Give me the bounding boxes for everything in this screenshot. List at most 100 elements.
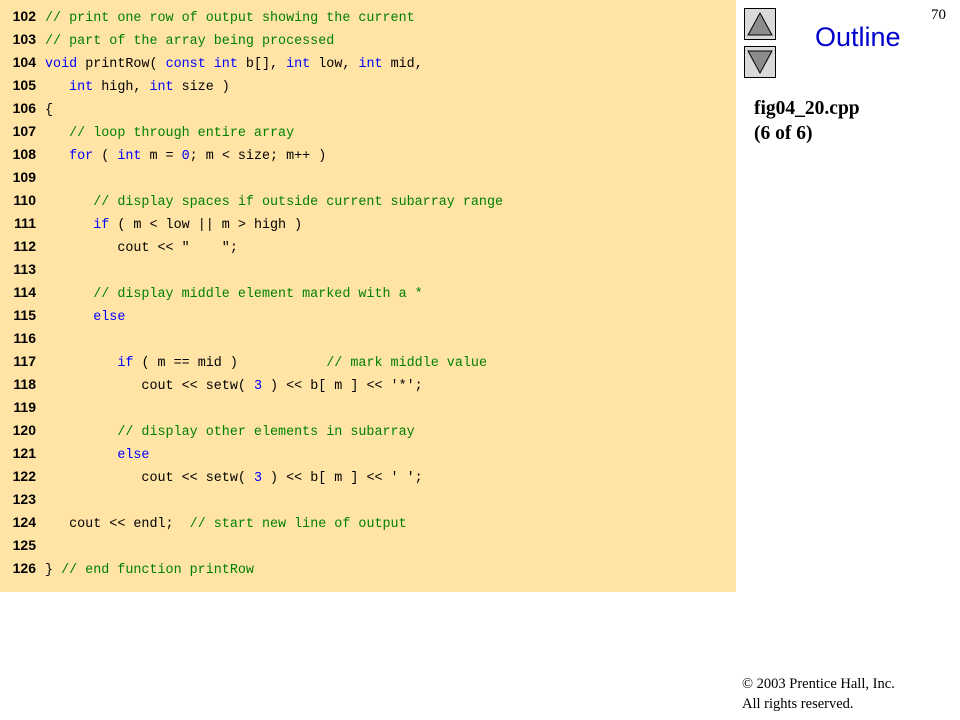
line-number: 103 <box>12 31 36 47</box>
code-line: 123 <box>0 488 45 511</box>
line-number: 112 <box>13 238 36 254</box>
code-text: } <box>45 563 62 578</box>
line-number: 117 <box>13 353 36 369</box>
code-line: 114 // display middle element marked wit… <box>0 281 423 304</box>
code-keyword: void <box>45 57 78 72</box>
code-line: 109 <box>0 166 45 189</box>
code-text: ) << b[ m ] << ' '; <box>261 471 423 486</box>
line-number: 110 <box>13 192 36 208</box>
code-text: { <box>45 103 54 118</box>
code-line: 118 cout << setw( 3 ) << b[ m ] << '*'; <box>0 373 423 396</box>
code-comment: // loop through entire array <box>69 126 295 141</box>
code-number: 3 <box>253 471 262 486</box>
line-number: 106 <box>12 100 36 116</box>
code-keyword: else <box>93 310 126 325</box>
line-number: 118 <box>13 376 36 392</box>
code-text: high, <box>93 80 150 95</box>
code-text: m = <box>141 149 182 164</box>
line-number: 124 <box>12 514 36 530</box>
code-line: 124 cout << endl; // start new line of o… <box>0 511 407 534</box>
code-line: 112 cout << " "; <box>0 235 238 258</box>
line-number: 108 <box>12 146 36 162</box>
line-number: 123 <box>12 491 36 507</box>
line-number: 107 <box>12 123 36 139</box>
line-number: 111 <box>14 215 36 231</box>
code-line: 107 // loop through entire array <box>0 120 294 143</box>
code-comment: // display middle element marked with a … <box>93 287 423 302</box>
triangle-up-icon <box>747 11 773 36</box>
code-keyword: if <box>93 218 110 233</box>
code-text: size ) <box>173 80 230 95</box>
line-number: 104 <box>12 54 36 70</box>
code-line: 122 cout << setw( 3 ) << b[ m ] << ' '; <box>0 465 423 488</box>
part-indicator: (6 of 6) <box>754 123 813 144</box>
line-number: 105 <box>12 77 36 93</box>
line-number: 119 <box>13 399 36 415</box>
code-keyword: for <box>69 149 94 164</box>
code-text: cout << " "; <box>45 241 238 256</box>
code-comment: // part of the array being processed <box>45 34 335 49</box>
code-comment: // display spaces if outside current sub… <box>93 195 504 210</box>
code-keyword: int <box>117 149 142 164</box>
code-line: 102 // print one row of output showing th… <box>0 5 415 28</box>
code-line: 116 <box>0 327 45 350</box>
code-keyword: if <box>117 356 134 371</box>
code-comment: // display other elements in subarray <box>117 425 415 440</box>
code-line: 113 <box>0 258 45 281</box>
code-text: low, <box>310 57 359 72</box>
copyright-notice: © 2003 Prentice Hall, Inc. All rights re… <box>742 674 895 714</box>
code-text: cout << setw( <box>45 379 254 394</box>
line-number: 120 <box>12 422 36 438</box>
code-keyword: int <box>149 80 174 95</box>
code-line: 119 <box>0 396 45 419</box>
line-number: 114 <box>13 284 36 300</box>
file-name: fig04_20.cpp <box>754 98 860 119</box>
code-listing: 102 // print one row of output showing th… <box>0 0 736 592</box>
line-number: 121 <box>12 445 36 461</box>
code-text: ; m < size; m++ ) <box>189 149 327 164</box>
previous-slide-button[interactable] <box>744 8 776 40</box>
copyright-line: © 2003 Prentice Hall, Inc. <box>742 676 895 692</box>
code-line: 115 else <box>0 304 125 327</box>
code-keyword: const int <box>165 57 238 72</box>
code-text: ) << b[ m ] << '*'; <box>261 379 423 394</box>
code-text: ( <box>93 149 118 164</box>
page-number: 70 <box>931 7 946 23</box>
code-line: 105 int high, int size ) <box>0 74 230 97</box>
outline-title[interactable]: Outline <box>815 22 901 53</box>
code-text: ( m < low || m > high ) <box>109 218 303 233</box>
code-line: 106 { <box>0 97 53 120</box>
code-comment: // end function printRow <box>61 563 254 578</box>
code-line: 103 // part of the array being processed <box>0 28 335 51</box>
code-comment: // print one row of output showing the c… <box>45 11 415 26</box>
rights-line: All rights reserved. <box>742 696 854 712</box>
code-number: 3 <box>253 379 262 394</box>
line-number: 102 <box>12 8 36 24</box>
code-text: cout << setw( <box>45 471 254 486</box>
code-text: printRow( <box>77 57 166 72</box>
line-number: 116 <box>13 330 36 346</box>
code-line: 125 <box>0 534 45 557</box>
line-number: 125 <box>12 537 36 553</box>
triangle-down-icon <box>747 50 773 75</box>
code-comment: // start new line of output <box>189 517 407 532</box>
code-keyword: int <box>69 80 94 95</box>
code-line: 120 // display other elements in subarra… <box>0 419 415 442</box>
code-line: 126} // end function printRow <box>0 557 254 580</box>
line-number: 126 <box>12 560 36 576</box>
code-text: cout << endl; <box>45 517 190 532</box>
code-comment: // mark middle value <box>326 356 487 371</box>
line-number: 122 <box>12 468 36 484</box>
code-line: 111 if ( m < low || m > high ) <box>0 212 302 235</box>
code-keyword: int <box>358 57 383 72</box>
next-slide-button[interactable] <box>744 46 776 78</box>
code-keyword: int <box>286 57 311 72</box>
code-line: 110 // display spaces if outside current… <box>0 189 503 212</box>
line-number: 113 <box>13 261 36 277</box>
code-line: 104 void printRow( const int b[], int low… <box>0 51 423 74</box>
file-caption: fig04_20.cpp (6 of 6) <box>754 96 860 146</box>
